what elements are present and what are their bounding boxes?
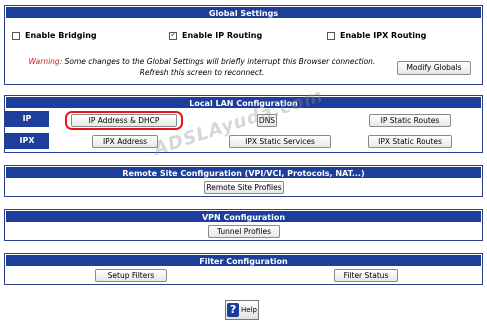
help-button[interactable]: ? Help <box>225 300 259 320</box>
ip-routing-label: Enable IP Routing <box>182 31 263 40</box>
ipx-static-routes-button[interactable]: IPX Static Routes <box>368 135 452 148</box>
ip-row-label: IP <box>5 111 49 127</box>
ip-address-dhcp-button[interactable]: IP Address & DHCP <box>71 114 177 127</box>
remote-site-panel: Remote Site Configuration (VPI/VCI, Prot… <box>4 165 483 197</box>
ip-static-routes-button[interactable]: IP Static Routes <box>369 114 451 127</box>
enable-ipx-routing-checkbox[interactable]: Enable IPX Routing <box>327 31 426 40</box>
global-settings-panel: Global Settings Enable Bridging Enable I… <box>4 5 483 85</box>
filter-status-button[interactable]: Filter Status <box>334 269 398 282</box>
filter-header: Filter Configuration <box>5 254 482 267</box>
ipx-address-button[interactable]: IPX Address <box>92 135 158 148</box>
warning-prefix: Warning: <box>28 57 63 66</box>
vpn-header: VPN Configuration <box>5 210 482 223</box>
filter-panel: Filter Configuration Setup Filters Filte… <box>4 253 483 285</box>
enable-ip-routing-checkbox[interactable]: Enable IP Routing <box>169 30 263 40</box>
warning-text: Warning: Some changes to the Global Sett… <box>17 56 387 78</box>
help-label: Help <box>241 306 257 314</box>
vpn-panel: VPN Configuration Tunnel Profiles <box>4 209 483 241</box>
ipx-routing-label: Enable IPX Routing <box>340 31 427 40</box>
ipx-row-label: IPX <box>5 133 49 149</box>
warning-line-1: Some changes to the Global Settings will… <box>62 57 376 66</box>
setup-filters-button[interactable]: Setup Filters <box>95 269 167 282</box>
local-lan-header: Local LAN Configuration <box>5 96 482 109</box>
global-settings-header: Global Settings <box>5 6 482 19</box>
ip-routing-checkbox-box[interactable] <box>169 30 177 40</box>
bridging-checkbox-box[interactable] <box>12 31 20 40</box>
modify-globals-button[interactable]: Modify Globals <box>397 61 471 75</box>
local-lan-panel: Local LAN Configuration IP IPX IP Addres… <box>4 95 483 153</box>
remote-site-header: Remote Site Configuration (VPI/VCI, Prot… <box>5 166 482 179</box>
ipx-routing-checkbox-box[interactable] <box>327 31 335 40</box>
warning-line-2: Refresh this screen to reconnect. <box>139 68 265 77</box>
ipx-static-services-button[interactable]: IPX Static Services <box>229 135 331 148</box>
bridging-label: Enable Bridging <box>25 31 97 40</box>
remote-site-profiles-button[interactable]: Remote Site Profiles <box>204 181 284 194</box>
tunnel-profiles-button[interactable]: Tunnel Profiles <box>208 225 280 238</box>
question-icon: ? <box>227 303 240 317</box>
dns-button[interactable]: DNS <box>257 114 277 127</box>
enable-bridging-checkbox[interactable]: Enable Bridging <box>12 31 97 40</box>
